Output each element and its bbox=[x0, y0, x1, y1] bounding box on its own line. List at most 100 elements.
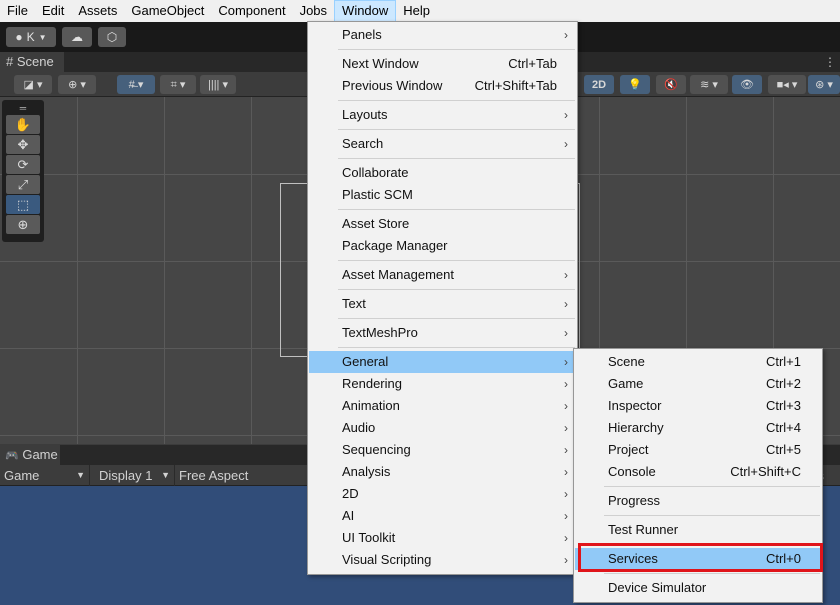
menu-separator bbox=[338, 318, 575, 319]
window-menu-item-collaborate[interactable]: Collaborate bbox=[309, 162, 576, 184]
general-submenu-item-scene[interactable]: Scene Ctrl+1 bbox=[575, 351, 821, 373]
window-menu-item-audio[interactable]: Audio › bbox=[309, 417, 576, 439]
window-menu-item-general[interactable]: General › bbox=[309, 351, 576, 373]
aspect-dropdown[interactable]: Free Aspect bbox=[175, 465, 275, 486]
effects-button[interactable]: ≋ ▾ bbox=[690, 75, 728, 94]
grid-snap-button[interactable]: #̶ ▾ bbox=[117, 75, 155, 94]
window-menu-item-asset-management[interactable]: Asset Management › bbox=[309, 264, 576, 286]
more-options-icon[interactable]: ⋮ bbox=[824, 52, 836, 72]
window-menu-item-ui-toolkit[interactable]: UI Toolkit › bbox=[309, 527, 576, 549]
window-menu-item-ai[interactable]: AI › bbox=[309, 505, 576, 527]
tab-game[interactable]: 🎮 Game bbox=[0, 445, 60, 465]
window-menu-item-text[interactable]: Text › bbox=[309, 293, 576, 315]
window-menu-item-next-window[interactable]: Next Window Ctrl+Tab bbox=[309, 53, 576, 75]
drag-handle-icon[interactable]: ═ bbox=[4, 102, 42, 114]
menu-item-label: Analysis bbox=[342, 464, 391, 479]
toggle-2d-button[interactable]: 2D bbox=[584, 75, 614, 94]
chevron-right-icon: › bbox=[564, 399, 568, 413]
camera-icon: ■◂ ▾ bbox=[776, 79, 798, 91]
rotate-tool-icon[interactable]: ⟳ bbox=[6, 155, 40, 174]
layers-icon: ≋ ▾ bbox=[700, 79, 718, 91]
global-local-button[interactable]: ⊕ ▾ bbox=[58, 75, 96, 94]
menu-item-shortcut: Ctrl+1 bbox=[765, 354, 801, 369]
hand-tool-icon[interactable]: ✋ bbox=[6, 115, 40, 134]
tab-scene-label: Scene bbox=[16, 54, 54, 69]
menu-separator bbox=[338, 129, 575, 130]
menu-item-label: General bbox=[342, 354, 389, 369]
menu-gameobject[interactable]: GameObject bbox=[124, 0, 211, 22]
menu-item-label: Scene bbox=[608, 354, 645, 369]
window-menu-item-panels[interactable]: Panels › bbox=[309, 24, 576, 46]
chevron-right-icon: › bbox=[564, 137, 568, 151]
window-menu-item-previous-window[interactable]: Previous Window Ctrl+Shift+Tab bbox=[309, 75, 576, 97]
general-submenu-item-hierarchy[interactable]: Hierarchy Ctrl+4 bbox=[575, 417, 821, 439]
window-menu-item-package-manager[interactable]: Package Manager bbox=[309, 235, 576, 257]
menu-window[interactable]: Window bbox=[334, 0, 397, 22]
menu-jobs[interactable]: Jobs bbox=[293, 0, 334, 22]
menu-item-label: Search bbox=[342, 136, 384, 151]
menu-separator bbox=[338, 100, 575, 101]
increment-snap-button[interactable]: ⌗ ▾ bbox=[160, 75, 196, 94]
window-menu-item-textmeshpro[interactable]: TextMeshPro › bbox=[309, 322, 576, 344]
collab-button[interactable]: ⬡ bbox=[98, 27, 126, 47]
menu-item-shortcut: Ctrl+Shift+C bbox=[730, 464, 801, 479]
rect-tool-icon[interactable]: ⬚ bbox=[6, 195, 40, 214]
general-submenu-item-device-simulator[interactable]: Device Simulator bbox=[575, 577, 821, 599]
menu-component[interactable]: Component bbox=[211, 0, 292, 22]
game-view-dropdown[interactable]: Game ▼ bbox=[0, 465, 90, 486]
general-submenu-item-game[interactable]: Game Ctrl+2 bbox=[575, 373, 821, 395]
tab-scene[interactable]: # Scene bbox=[0, 52, 64, 72]
window-menu-item-search[interactable]: Search › bbox=[309, 133, 576, 155]
ruler-button[interactable]: |||| ▾ bbox=[200, 75, 236, 94]
window-menu-item-rendering[interactable]: Rendering › bbox=[309, 373, 576, 395]
menu-item-label: Package Manager bbox=[342, 238, 448, 253]
window-menu-item-asset-store[interactable]: Asset Store bbox=[309, 213, 576, 235]
menu-separator bbox=[604, 515, 820, 516]
scale-tool-icon[interactable]: ⤢ bbox=[6, 175, 40, 194]
menu-help[interactable]: Help bbox=[396, 0, 437, 22]
transform-tool-icon[interactable]: ⊕ bbox=[6, 215, 40, 234]
chevron-right-icon: › bbox=[564, 268, 568, 282]
camera-button[interactable]: ■◂ ▾ bbox=[768, 75, 806, 94]
menu-file[interactable]: File bbox=[0, 0, 35, 22]
chevron-right-icon: › bbox=[564, 297, 568, 311]
account-button[interactable]: ● K ▼ bbox=[6, 27, 56, 47]
chevron-down-icon: ▼ bbox=[38, 32, 47, 42]
menu-separator bbox=[338, 260, 575, 261]
snap-icon: ⌗ ▾ bbox=[170, 78, 186, 91]
menu-item-label: Panels bbox=[342, 27, 382, 42]
window-menu-item-layouts[interactable]: Layouts › bbox=[309, 104, 576, 126]
window-menu-item-sequencing[interactable]: Sequencing › bbox=[309, 439, 576, 461]
menu-item-label: 2D bbox=[342, 486, 359, 501]
general-submenu-item-console[interactable]: Console Ctrl+Shift+C bbox=[575, 461, 821, 483]
audio-button[interactable]: 🔇 bbox=[656, 75, 686, 94]
general-submenu-item-inspector[interactable]: Inspector Ctrl+3 bbox=[575, 395, 821, 417]
menu-bar: File Edit Assets GameObject Component Jobs Win… bbox=[0, 0, 840, 22]
window-menu-item-2d[interactable]: 2D › bbox=[309, 483, 576, 505]
general-submenu-item-project[interactable]: Project Ctrl+5 bbox=[575, 439, 821, 461]
ruler-icon: |||| ▾ bbox=[207, 79, 228, 91]
shading-mode-button[interactable]: ◪ ▾ bbox=[14, 75, 52, 94]
chevron-down-icon: ▼ bbox=[161, 470, 170, 480]
lightbulb-icon: 💡 bbox=[628, 79, 642, 91]
cloud-button[interactable]: ☁ bbox=[62, 27, 92, 47]
window-menu-item-plastic-scm[interactable]: Plastic SCM bbox=[309, 184, 576, 206]
window-menu-item-animation[interactable]: Animation › bbox=[309, 395, 576, 417]
lighting-button[interactable]: 💡 bbox=[620, 75, 650, 94]
menu-assets[interactable]: Assets bbox=[71, 0, 124, 22]
general-submenu-item-test-runner[interactable]: Test Runner bbox=[575, 519, 821, 541]
visibility-button[interactable]: 👁 bbox=[732, 75, 762, 94]
tab-game-label: Game bbox=[22, 447, 58, 462]
general-submenu-item-progress[interactable]: Progress bbox=[575, 490, 821, 512]
annotation-highlight-box bbox=[578, 543, 823, 572]
menu-item-label: Inspector bbox=[608, 398, 662, 413]
menu-item-label: UI Toolkit bbox=[342, 530, 396, 545]
menu-edit[interactable]: Edit bbox=[35, 0, 71, 22]
gizmos-button[interactable]: ⊛ ▾ bbox=[808, 75, 840, 94]
menu-separator bbox=[604, 573, 820, 574]
window-menu-item-analysis[interactable]: Analysis › bbox=[309, 461, 576, 483]
window-menu-item-visual-scripting[interactable]: Visual Scripting › bbox=[309, 549, 576, 571]
display-dropdown[interactable]: Display 1 ▼ bbox=[95, 465, 175, 486]
move-tool-icon[interactable]: ✥ bbox=[6, 135, 40, 154]
menu-item-shortcut: Ctrl+Shift+Tab bbox=[474, 78, 557, 93]
